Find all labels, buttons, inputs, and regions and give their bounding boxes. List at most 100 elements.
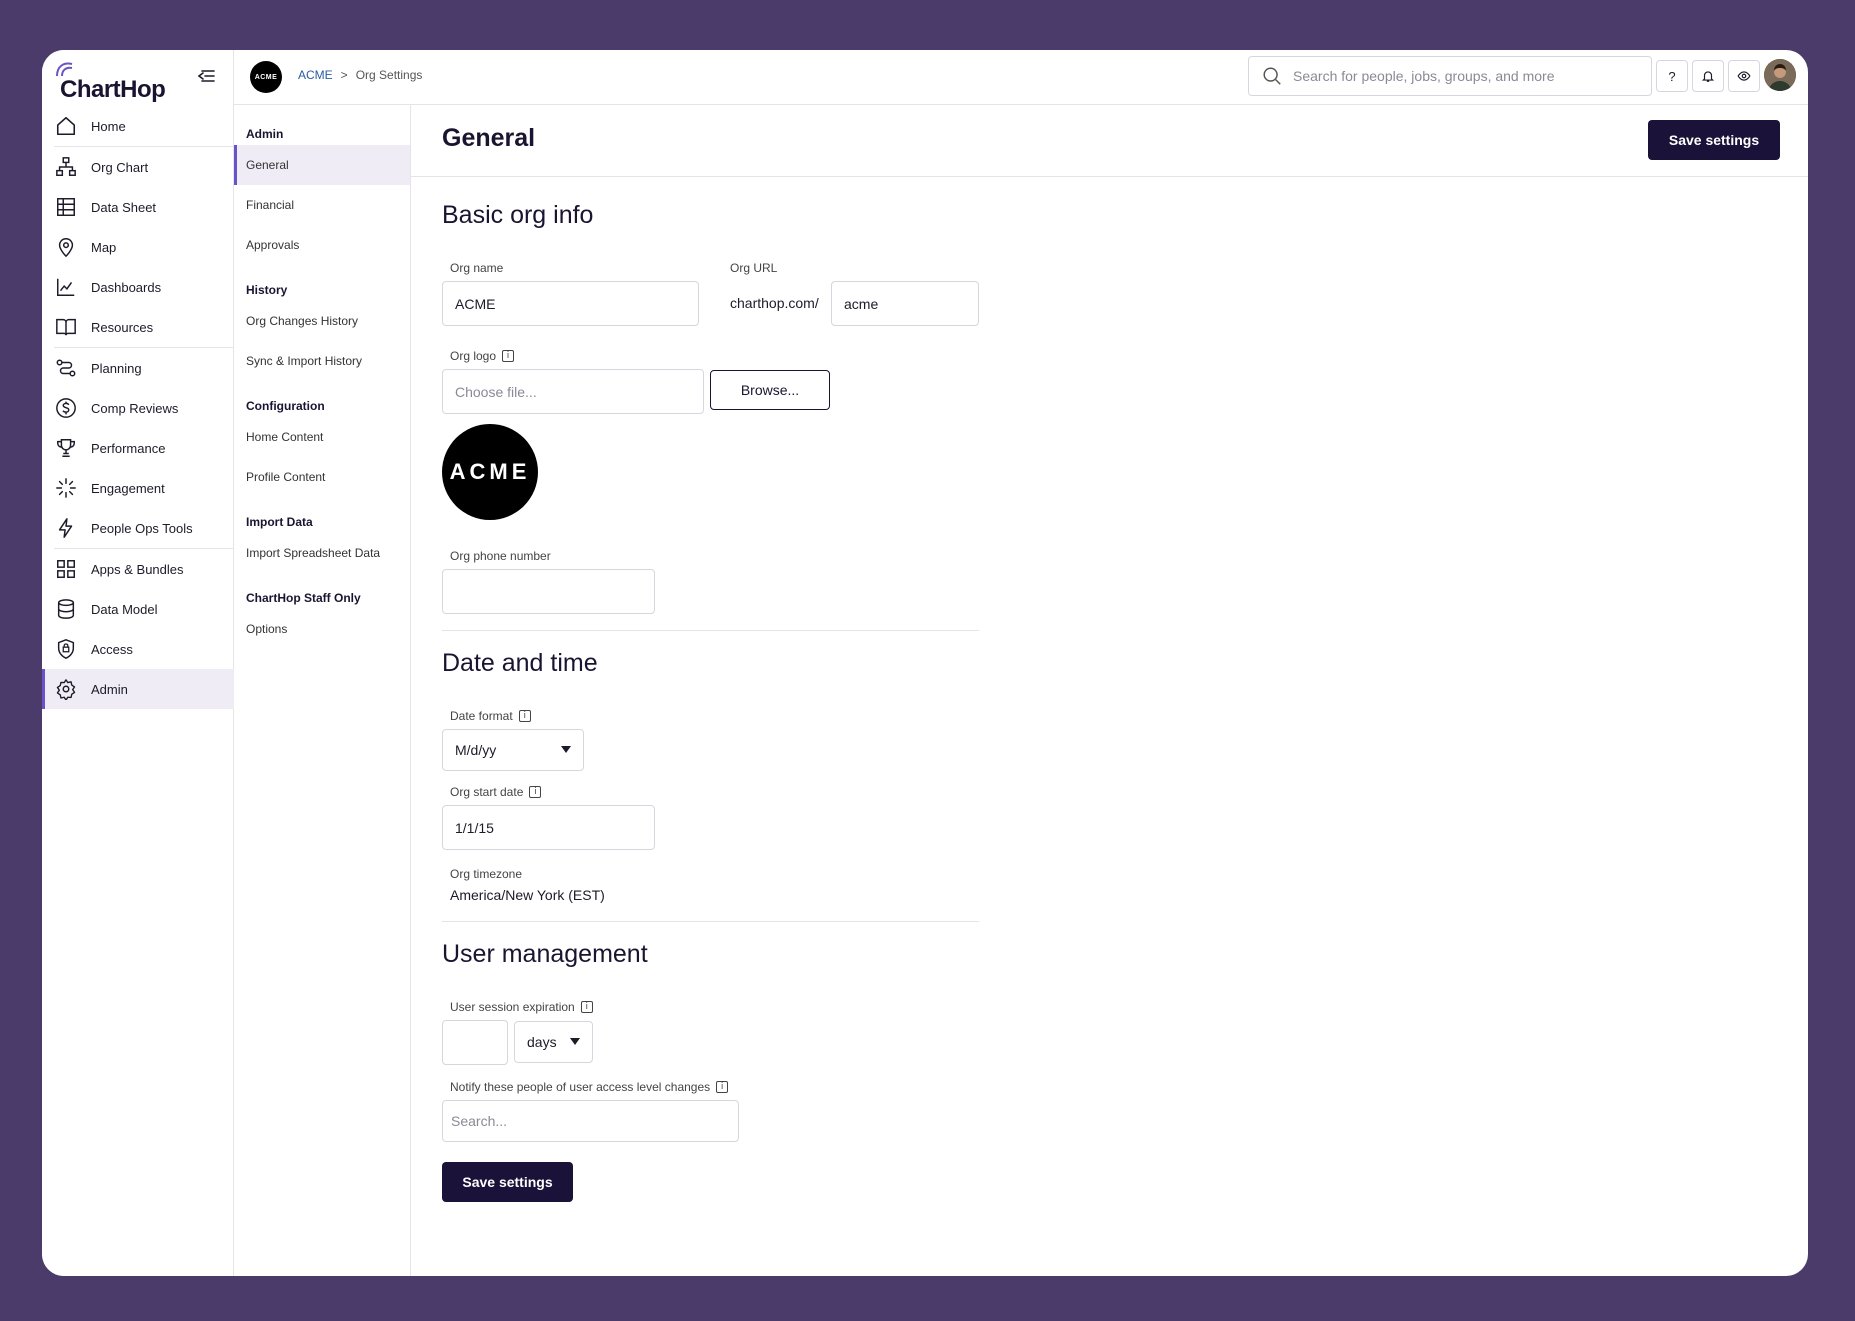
subnav-item-profile-content[interactable]: Profile Content xyxy=(234,457,410,497)
session-expiration-label-text: User session expiration xyxy=(450,1000,575,1014)
sidebar-item-label: Dashboards xyxy=(91,279,162,295)
sidebar-item-data-model[interactable]: Data Model xyxy=(42,589,234,629)
org-logo-file-input[interactable] xyxy=(442,369,704,414)
sidebar-item-label: Data Sheet xyxy=(91,199,157,215)
subnav-item-sync-import-history[interactable]: Sync & Import History xyxy=(234,341,410,381)
subnav-item-home-content[interactable]: Home Content xyxy=(234,417,410,457)
sidebar-item-performance[interactable]: Performance xyxy=(42,428,234,468)
org-phone-label-text: Org phone number xyxy=(450,549,551,563)
sidebar-item-access[interactable]: Access xyxy=(42,629,234,669)
section-title-basic: Basic org info xyxy=(442,201,594,229)
org-url-input[interactable] xyxy=(831,281,979,326)
shield-icon xyxy=(54,637,78,661)
sidebar-item-comp-reviews[interactable]: Comp Reviews xyxy=(42,388,234,428)
browse-button[interactable]: Browse... xyxy=(710,370,830,410)
org-start-date-label: Org start date i xyxy=(450,785,542,799)
org-url-prefix: charthop.com/ xyxy=(730,295,819,311)
breadcrumb-current: Org Settings xyxy=(355,68,423,82)
sidebar-item-people-ops-tools[interactable]: People Ops Tools xyxy=(42,508,234,548)
sidebar-nav: Home Org Chart Data Sheet Map Dashboards xyxy=(42,106,234,709)
session-expiration-label: User session expiration i xyxy=(450,1000,593,1014)
apps-icon xyxy=(54,557,78,581)
save-settings-button-bottom[interactable]: Save settings xyxy=(442,1162,573,1202)
sidebar-item-admin[interactable]: Admin xyxy=(42,669,234,709)
subnav-heading-import-data: Import Data xyxy=(246,515,313,529)
info-icon[interactable]: i xyxy=(529,786,542,798)
sidebar-item-label: Engagement xyxy=(91,480,165,496)
global-search[interactable] xyxy=(1248,56,1652,96)
sidebar-item-label: Access xyxy=(91,641,133,657)
view-as-button[interactable] xyxy=(1728,60,1760,92)
session-unit-value: days xyxy=(527,1034,557,1050)
subnav-heading-staff-only: ChartHop Staff Only xyxy=(246,591,361,605)
gear-icon xyxy=(54,677,78,701)
save-settings-button-top[interactable]: Save settings xyxy=(1648,120,1780,160)
map-pin-icon xyxy=(54,235,78,259)
bell-icon xyxy=(1701,71,1715,82)
org-name-input[interactable] xyxy=(442,281,699,326)
org-url-label: Org URL xyxy=(730,261,777,275)
sidebar-item-label: Org Chart xyxy=(91,159,149,175)
sidebar-item-apps-bundles[interactable]: Apps & Bundles xyxy=(42,549,234,589)
subnav-item-approvals[interactable]: Approvals xyxy=(234,225,410,265)
session-expiration-input[interactable] xyxy=(442,1020,508,1065)
sidebar-item-label: Data Model xyxy=(91,601,158,617)
org-logo-label-text: Org logo xyxy=(450,349,497,363)
sidebar-item-data-sheet[interactable]: Data Sheet xyxy=(42,187,234,227)
dollar-icon xyxy=(54,396,78,420)
org-phone-input[interactable] xyxy=(442,569,655,614)
notify-people-label-text: Notify these people of user access level… xyxy=(450,1080,711,1094)
page-title: General xyxy=(442,124,536,152)
sidebar-item-dashboards[interactable]: Dashboards xyxy=(42,267,234,307)
sidebar-item-label: Comp Reviews xyxy=(91,400,179,416)
breadcrumb-org-link[interactable]: ACME xyxy=(298,68,333,82)
sidebar-item-org-chart[interactable]: Org Chart xyxy=(42,147,234,187)
section-title-datetime: Date and time xyxy=(442,649,598,677)
sidebar-item-planning[interactable]: Planning xyxy=(42,348,234,388)
search-icon xyxy=(1263,67,1281,85)
subnav-item-general[interactable]: General xyxy=(234,145,410,185)
org-timezone-value: America/New York (EST) xyxy=(450,887,605,903)
sidebar-item-label: Resources xyxy=(91,319,154,335)
org-url-label-text: Org URL xyxy=(730,261,778,275)
book-icon xyxy=(54,315,78,339)
breadcrumb-separator: > xyxy=(340,68,348,82)
info-icon[interactable]: i xyxy=(716,1081,729,1093)
session-unit-select[interactable]: days xyxy=(514,1021,593,1063)
planning-icon xyxy=(54,356,78,380)
sidebar: ChartHop Home Org Chart Data Sheet Map D… xyxy=(42,50,234,1276)
sidebar-item-resources[interactable]: Resources xyxy=(42,307,234,347)
main-content: General Save settings Basic org info Org… xyxy=(411,105,1808,1276)
info-icon[interactable]: i xyxy=(502,350,515,362)
org-start-date-label-text: Org start date xyxy=(450,785,524,799)
sidebar-item-label: People Ops Tools xyxy=(91,520,193,536)
sidebar-item-map[interactable]: Map xyxy=(42,227,234,267)
user-photo-icon xyxy=(1764,59,1796,91)
subnav-item-financial[interactable]: Financial xyxy=(234,185,410,225)
info-icon[interactable]: i xyxy=(518,710,531,722)
sidebar-item-label: Map xyxy=(91,239,117,255)
sidebar-item-label: Apps & Bundles xyxy=(91,561,184,577)
help-button[interactable]: ? xyxy=(1656,60,1688,92)
org-avatar[interactable]: ACME xyxy=(250,61,282,93)
sidebar-item-engagement[interactable]: Engagement xyxy=(42,468,234,508)
collapse-sidebar-icon[interactable] xyxy=(197,68,219,88)
subnav-heading-history: History xyxy=(246,283,288,297)
date-format-select[interactable]: M/d/yy xyxy=(442,729,584,771)
subnav-item-org-changes-history[interactable]: Org Changes History xyxy=(234,301,410,341)
home-icon xyxy=(54,114,78,138)
search-input[interactable] xyxy=(1293,68,1633,84)
notifications-button[interactable] xyxy=(1692,60,1724,92)
settings-subnav: Admin General Financial Approvals Histor… xyxy=(234,105,411,1276)
org-start-date-input[interactable] xyxy=(442,805,655,850)
date-format-label-text: Date format xyxy=(450,709,513,723)
sidebar-item-home[interactable]: Home xyxy=(42,106,234,146)
notify-people-search-input[interactable] xyxy=(442,1100,739,1142)
subnav-item-options[interactable]: Options xyxy=(234,609,410,649)
org-logo-preview: ACME xyxy=(442,424,538,520)
subnav-item-import-spreadsheet[interactable]: Import Spreadsheet Data xyxy=(234,533,410,573)
database-icon xyxy=(54,597,78,621)
user-avatar[interactable] xyxy=(1764,59,1796,91)
info-icon[interactable]: i xyxy=(580,1001,593,1013)
date-format-label: Date format i xyxy=(450,709,531,723)
